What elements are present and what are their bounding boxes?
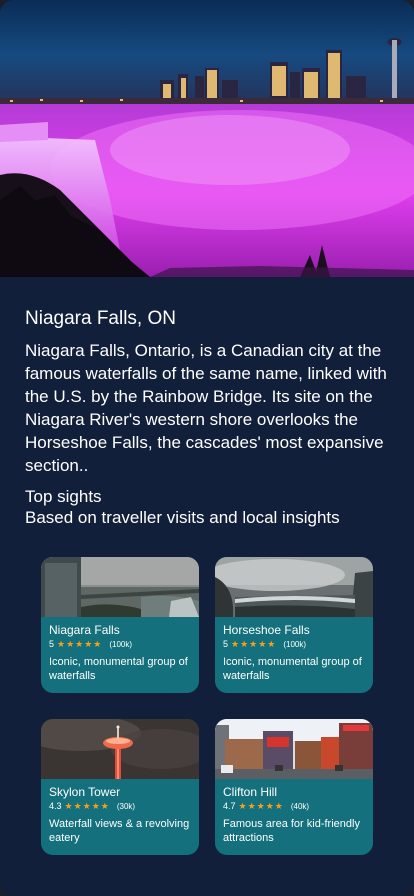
sight-card-clifton-hill[interactable]: Clifton Hill 4.7 ★★★★★ (40k) Famous area f… bbox=[215, 719, 373, 855]
sight-photo bbox=[41, 557, 199, 617]
sight-name: Niagara Falls bbox=[49, 623, 120, 637]
sight-card-skylon-tower[interactable]: Skylon Tower 4.3 ★★★★★ (30k) Waterfall vie… bbox=[41, 719, 199, 855]
sight-photo bbox=[215, 719, 373, 779]
rating-value: 5 bbox=[223, 639, 229, 649]
place-details-screen: Niagara Falls, ON Niagara Falls, Ontario… bbox=[0, 0, 414, 896]
sight-name: Clifton Hill bbox=[223, 785, 278, 799]
sight-photo bbox=[215, 557, 373, 617]
place-title: Niagara Falls, ON bbox=[25, 308, 176, 329]
rating-value: 4.7 bbox=[223, 801, 236, 811]
sight-card-horseshoe-falls[interactable]: Horseshoe Falls 5 ★★★★★ (100k) Iconic, mon… bbox=[215, 557, 373, 693]
hero-photo bbox=[0, 0, 414, 277]
star-icons: ★★★★★ bbox=[231, 639, 277, 649]
review-count: (40k) bbox=[290, 802, 310, 811]
star-icons: ★★★★★ bbox=[64, 801, 110, 811]
sight-description: Waterfall views & a revolving eatery bbox=[49, 818, 190, 844]
star-icons: ★★★★★ bbox=[238, 801, 284, 811]
rating-value: 4.3 bbox=[49, 801, 62, 811]
sight-rating: 5 ★★★★★ (100k) bbox=[223, 638, 368, 650]
sight-name: Horseshoe Falls bbox=[223, 623, 310, 637]
rating-value: 5 bbox=[49, 639, 55, 649]
review-count: (100k) bbox=[109, 640, 133, 649]
place-description: Niagara Falls, Ontario, is a Canadian ci… bbox=[25, 341, 387, 475]
top-sights-subheading: Based on traveller visits and local insi… bbox=[25, 508, 340, 527]
top-sights-heading: Top sights bbox=[25, 487, 102, 506]
sight-rating: 4.3 ★★★★★ (30k) bbox=[49, 800, 194, 812]
sight-rating: 5 ★★★★★ (100k) bbox=[49, 638, 194, 650]
sight-photo bbox=[41, 719, 199, 779]
review-count: (100k) bbox=[283, 640, 307, 649]
review-count: (30k) bbox=[116, 802, 136, 811]
star-icons: ★★★★★ bbox=[57, 639, 103, 649]
sight-card-niagara-falls[interactable]: Niagara Falls 5 ★★★★★ (100k) Iconic, monum… bbox=[41, 557, 199, 693]
sight-description: Famous area for kid-friendly attractions bbox=[223, 818, 360, 844]
sight-description: Iconic, monumental group of waterfalls bbox=[49, 656, 188, 682]
sight-description: Iconic, monumental group of waterfalls bbox=[223, 656, 362, 682]
sight-rating: 4.7 ★★★★★ (40k) bbox=[223, 800, 368, 812]
sight-name: Skylon Tower bbox=[49, 785, 121, 799]
